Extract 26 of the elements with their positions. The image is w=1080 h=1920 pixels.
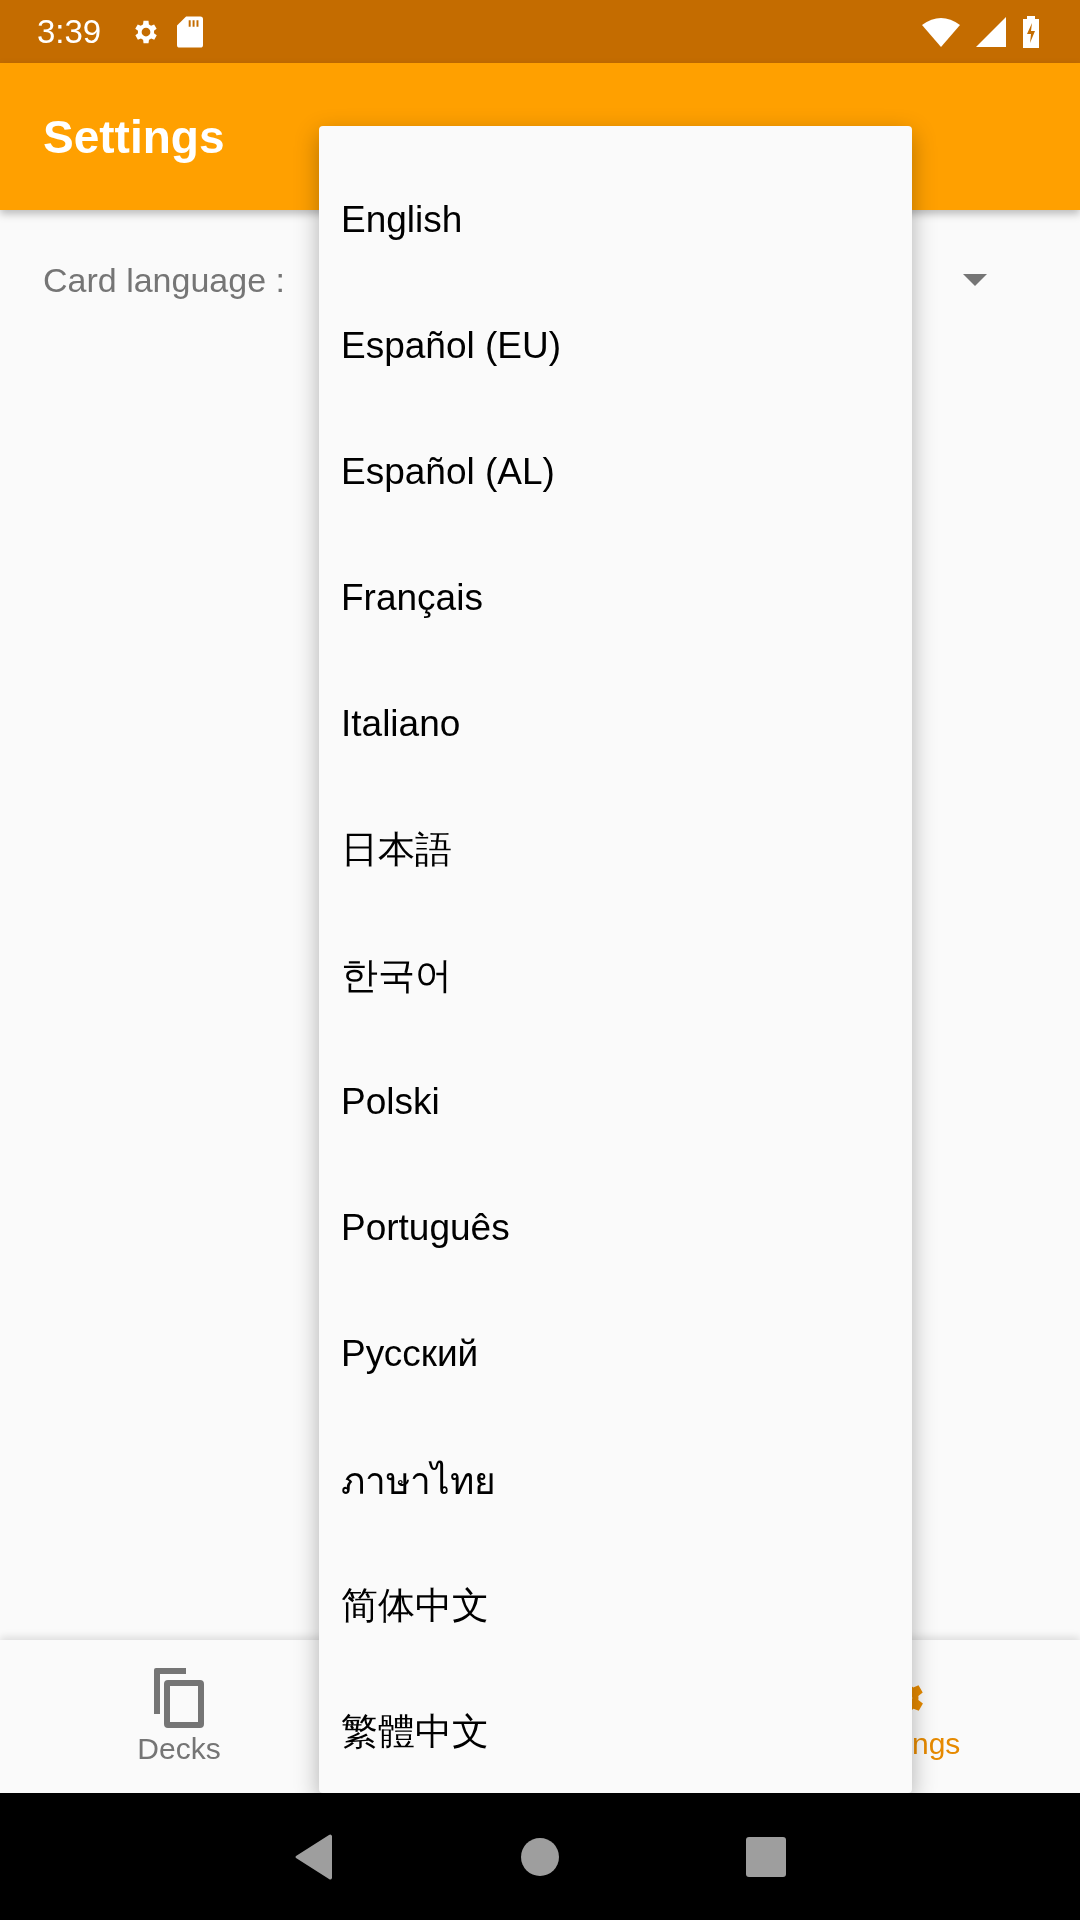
nav-tab[interactable]: Decks [59, 1640, 299, 1793]
menu-item[interactable]: Português [319, 1165, 912, 1291]
dropdown-caret-icon[interactable] [963, 274, 987, 286]
menu-item[interactable]: English [319, 157, 912, 283]
signal-icon [976, 16, 1006, 47]
menu-item[interactable]: 한국어 [319, 913, 912, 1039]
menu-item[interactable]: Polski [319, 1039, 912, 1165]
menu-item[interactable]: Italiano [319, 661, 912, 787]
menu-item[interactable]: Français [319, 535, 912, 661]
app-title: Settings [43, 109, 225, 164]
setting-label: Card language : [43, 260, 286, 300]
back-icon[interactable] [293, 1833, 334, 1880]
menu-item[interactable]: Русский [319, 1291, 912, 1417]
sd-card-icon [177, 15, 204, 48]
copy-icon [152, 1667, 206, 1728]
menu-item[interactable]: 日本語 [319, 787, 912, 913]
status-time: 3:39 [37, 12, 102, 51]
menu-item[interactable]: 简体中文 [319, 1543, 912, 1669]
battery-icon [1022, 15, 1040, 48]
menu-item[interactable]: Español (EU) [319, 283, 912, 409]
menu-item[interactable]: 繁體中文 [319, 1669, 912, 1795]
menu-item[interactable]: Español (AL) [319, 409, 912, 535]
home-icon[interactable] [521, 1837, 559, 1876]
recents-icon[interactable] [746, 1836, 787, 1877]
wifi-icon [922, 16, 960, 47]
menu-item[interactable]: ภาษาไทย [319, 1417, 912, 1543]
